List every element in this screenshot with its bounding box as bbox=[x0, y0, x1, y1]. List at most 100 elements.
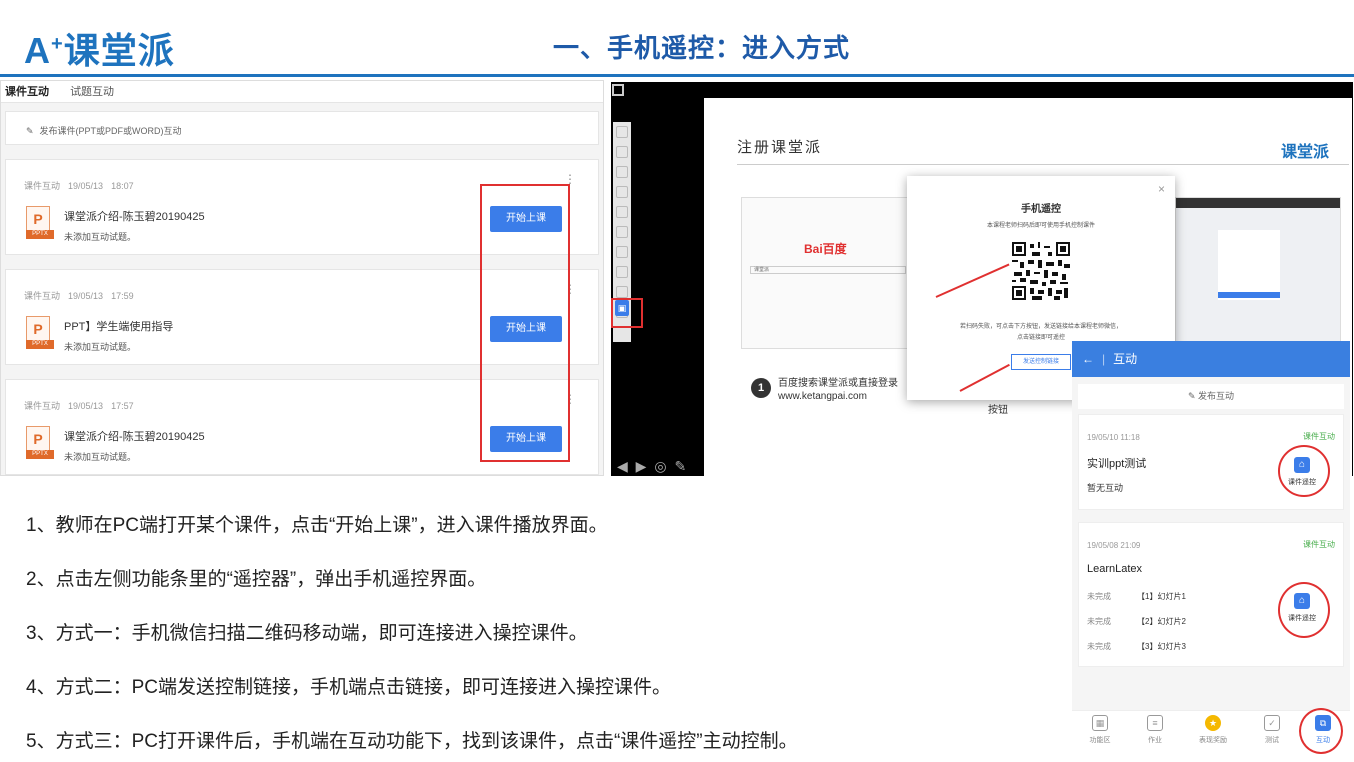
step-number-badge: 1 bbox=[751, 378, 771, 398]
slide-name: 【2】幻灯片2 bbox=[1137, 617, 1186, 626]
pen-icon[interactable]: ✎ bbox=[674, 458, 688, 474]
file-icon-letter: P bbox=[26, 426, 50, 452]
tool-icon[interactable] bbox=[616, 206, 628, 218]
edit-icon: ✎ bbox=[1187, 391, 1199, 401]
card-time: 17:57 bbox=[111, 401, 134, 411]
nav-label: 表现奖励 bbox=[1199, 737, 1227, 744]
step1-line2: www.ketangpai.com bbox=[778, 391, 867, 402]
card-time: 17:59 bbox=[111, 291, 134, 301]
nav-label: 测试 bbox=[1265, 737, 1279, 744]
instruction-step: 1、教师在PC端打开某个课件，点击“开始上课”，进入课件播放界面。 bbox=[26, 515, 608, 536]
courseware-name[interactable]: 课堂派介绍-陈玉碧20190425 bbox=[64, 208, 205, 224]
prev-icon[interactable]: ◀ bbox=[617, 458, 630, 474]
file-tag: PPTX bbox=[26, 340, 54, 349]
modal-subtitle: 本课程老师扫码后即可使用手机控制课件 bbox=[986, 223, 1095, 229]
card-date: 19/05/13 bbox=[68, 291, 104, 301]
card-meta: 课件互动 19/05/13 17:57 bbox=[24, 399, 134, 412]
playback-controls[interactable]: ◀ ▶ ◎ ✎ bbox=[617, 458, 688, 475]
nav-rewards[interactable]: ★ 表现奖励 bbox=[1193, 715, 1233, 745]
card-time: 19/05/08 21:09 bbox=[1087, 541, 1141, 550]
pptx-file-icon: P PPTX bbox=[26, 206, 56, 240]
mobile-interaction-screenshot: ← | 互动 ✎ 发布互动 19/05/10 11:18 课件互动 实训ppt测试 … bbox=[1072, 341, 1350, 762]
instruction-step: 5、方式三：PC打开课件后，手机端在互动功能下，找到该课件，点击“课件遥控”主动… bbox=[26, 731, 798, 752]
instruction-step: 3、方式一：手机微信扫描二维码移动端，即可连接进入操控课件。 bbox=[26, 623, 588, 644]
start-buttons-highlight bbox=[480, 184, 570, 462]
mobile-title: 互动 bbox=[1113, 352, 1138, 366]
login-page-preview bbox=[1175, 197, 1341, 347]
file-icon-letter: P bbox=[26, 206, 50, 232]
modal-title: 手机遥控 bbox=[1021, 204, 1061, 215]
ketangpai-logo: A+课堂派 bbox=[24, 22, 175, 74]
logo-mark: A bbox=[24, 30, 51, 71]
tool-icon[interactable] bbox=[616, 226, 628, 238]
mobile-publish-label: 发布互动 bbox=[1198, 391, 1235, 401]
tool-icon[interactable] bbox=[616, 286, 628, 298]
tab-quiz-interaction[interactable]: 试题互动 bbox=[70, 81, 114, 103]
edit-icon: ✎ bbox=[26, 126, 34, 136]
card-time: 19/05/10 11:18 bbox=[1087, 433, 1140, 442]
courseware-name[interactable]: PPT】学生端使用指导 bbox=[64, 318, 173, 334]
mobile-publish-button[interactable]: ✎ 发布互动 bbox=[1078, 384, 1344, 409]
card-date: 19/05/13 bbox=[68, 181, 104, 191]
card-note: 暂无互动 bbox=[1087, 483, 1124, 493]
nav-label: 作业 bbox=[1148, 737, 1162, 744]
tool-icon[interactable] bbox=[616, 146, 628, 158]
card-type: 课件互动 bbox=[24, 401, 61, 411]
baidu-logo: Bai百度 bbox=[804, 242, 847, 256]
file-tag: PPTX bbox=[26, 230, 54, 239]
slide-status: 未完成 bbox=[1087, 642, 1111, 651]
slide-name: 【1】幻灯片1 bbox=[1137, 592, 1186, 601]
nav-test[interactable]: ✓ 测试 bbox=[1252, 715, 1292, 745]
publish-courseware-bar[interactable]: ✎ 发布课件(PPT或PDF或WORD)互动 bbox=[5, 111, 599, 145]
card-meta: 课件互动 19/05/13 17:59 bbox=[24, 289, 134, 302]
slide-status-row: 未完成 【3】幻灯片3 bbox=[1087, 641, 1186, 652]
courseware-note: 未添加互动试题。 bbox=[64, 342, 137, 352]
tool-icon[interactable] bbox=[616, 266, 628, 278]
header-divider bbox=[0, 74, 1354, 77]
file-tag: PPTX bbox=[26, 450, 54, 459]
screen-icon[interactable]: ◎ bbox=[654, 458, 668, 474]
slide-heading: 注册课堂派 bbox=[737, 139, 823, 156]
tool-icon[interactable] bbox=[616, 186, 628, 198]
logo-text: 课堂派 bbox=[63, 30, 175, 71]
back-arrow-icon[interactable]: ← bbox=[1082, 352, 1094, 366]
send-control-link-button[interactable]: 发送控制链接 bbox=[1011, 354, 1071, 370]
tool-icon[interactable] bbox=[616, 166, 628, 178]
next-icon[interactable]: ▶ bbox=[636, 458, 649, 474]
interaction-tab-highlight bbox=[1299, 708, 1343, 754]
tab-courseware-interaction[interactable]: 课件互动 bbox=[5, 81, 49, 103]
qr-code bbox=[1012, 242, 1070, 300]
remote-control-highlight bbox=[611, 298, 643, 328]
logo-plus: + bbox=[51, 33, 64, 55]
baidu-search-input: 课堂派 bbox=[750, 266, 906, 274]
slide-status: 未完成 bbox=[1087, 617, 1111, 626]
grid-icon: ▦ bbox=[1092, 715, 1108, 731]
qr-code-icon[interactable] bbox=[612, 84, 624, 96]
card-type: 课件互动 bbox=[24, 291, 61, 301]
courseware-name[interactable]: 课堂派介绍-陈玉碧20190425 bbox=[64, 428, 205, 444]
step1-line1: 百度搜索课堂派或直接登录 bbox=[778, 378, 898, 389]
publish-label: 发布课件(PPT或PDF或WORD)互动 bbox=[39, 126, 182, 136]
instruction-step: 4、方式二：PC端发送控制链接，手机端点击链接，即可连接进入操控课件。 bbox=[26, 677, 671, 698]
slide-status-row: 未完成 【1】幻灯片1 bbox=[1087, 591, 1186, 602]
instruction-step: 2、点击左侧功能条里的“遥控器”，弹出手机遥控界面。 bbox=[26, 569, 487, 590]
interaction-tabs: 课件互动 试题互动 bbox=[1, 81, 603, 103]
nav-function-area[interactable]: ▦ 功能区 bbox=[1080, 715, 1120, 745]
slide-status-row: 未完成 【2】幻灯片2 bbox=[1087, 616, 1186, 627]
file-icon-letter: P bbox=[26, 316, 50, 342]
tool-icon[interactable] bbox=[616, 126, 628, 138]
pptx-file-icon: P PPTX bbox=[26, 426, 56, 460]
slide-title: 一、手机遥控：进入方式 bbox=[553, 33, 851, 63]
nav-homework[interactable]: ≡ 作业 bbox=[1135, 715, 1175, 745]
tool-icon[interactable] bbox=[616, 246, 628, 258]
slide-divider bbox=[737, 164, 1349, 165]
close-icon[interactable]: × bbox=[1158, 182, 1165, 196]
card-type: 课件互动 bbox=[24, 181, 61, 191]
mobile-header: ← | 互动 bbox=[1072, 341, 1350, 377]
card-date: 19/05/13 bbox=[68, 401, 104, 411]
preview-topbar bbox=[1176, 198, 1340, 208]
header-separator: | bbox=[1102, 352, 1106, 366]
card-time: 18:07 bbox=[111, 181, 134, 191]
step1-caption: 百度搜索课堂派或直接登录 www.ketangpai.com bbox=[778, 377, 898, 403]
preview-form bbox=[1218, 230, 1280, 300]
